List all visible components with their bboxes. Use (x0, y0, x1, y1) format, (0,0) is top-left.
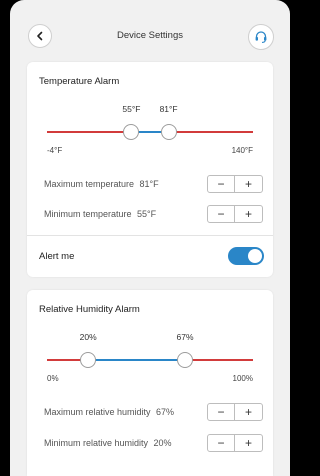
max-humidity-value: 67% (156, 407, 175, 417)
low-thumb-label: 55°F (122, 104, 141, 114)
headset-icon (255, 31, 267, 43)
max-temperature-text: Maximum temperature 81°F (44, 179, 159, 189)
alert-me-label: Alert me (39, 251, 75, 262)
increment-button[interactable]: + (235, 206, 262, 222)
range-min-label: 0% (47, 374, 59, 383)
temperature-alarm-card: Temperature Alarm 55°F 81°F -4°F 140°F M… (27, 62, 273, 277)
max-temperature-stepper: − + (207, 175, 263, 193)
min-temperature-label: Minimum temperature (44, 209, 132, 219)
max-humidity-stepper: − + (207, 403, 263, 421)
high-thumb[interactable] (160, 124, 177, 140)
high-thumb-label: 81°F (159, 104, 178, 114)
decrement-button[interactable]: − (208, 404, 236, 420)
slider-track-below (47, 131, 132, 133)
low-thumb[interactable] (80, 352, 97, 368)
slider-track-above (185, 359, 253, 361)
range-max-label: 100% (232, 374, 253, 383)
min-humidity-row: Minimum relative humidity 20% − + (27, 429, 273, 459)
toggle-knob (248, 249, 262, 263)
min-humidity-value: 20% (153, 438, 172, 448)
support-button[interactable] (248, 24, 274, 50)
high-thumb[interactable] (177, 352, 194, 368)
decrement-button[interactable]: − (208, 435, 236, 451)
slider-track-selected (88, 359, 185, 361)
max-temperature-label: Maximum temperature (44, 179, 135, 189)
min-temperature-row: Minimum temperature 55°F − + (27, 200, 273, 230)
min-temperature-text: Minimum temperature 55°F (44, 209, 156, 219)
device-settings-screen: Device Settings Temperature Alarm 55°F 8… (10, 0, 290, 476)
min-humidity-label: Minimum relative humidity (44, 438, 149, 448)
increment-button[interactable]: + (235, 435, 262, 451)
increment-button[interactable]: + (235, 404, 262, 420)
min-humidity-text: Minimum relative humidity 20% (44, 438, 172, 448)
max-humidity-row: Maximum relative humidity 67% − + (27, 398, 273, 428)
temperature-range-slider[interactable]: 55°F 81°F -4°F 140°F (47, 102, 253, 162)
slider-track-above (168, 131, 253, 133)
min-temperature-stepper: − + (207, 205, 263, 223)
min-humidity-stepper: − + (207, 434, 263, 452)
range-max-label: 140°F (231, 146, 253, 155)
decrement-button[interactable]: − (208, 206, 236, 222)
humidity-alarm-title: Relative Humidity Alarm (39, 304, 140, 315)
humidity-alarm-card: Relative Humidity Alarm 20% 67% 0% 100% … (27, 290, 273, 476)
decrement-button[interactable]: − (208, 176, 236, 192)
max-humidity-label: Maximum relative humidity (44, 407, 151, 417)
low-thumb-label: 20% (79, 332, 97, 342)
alert-me-toggle[interactable] (228, 247, 264, 265)
max-temperature-row: Maximum temperature 81°F − + (27, 170, 273, 200)
humidity-range-slider[interactable]: 20% 67% 0% 100% (47, 330, 253, 390)
header: Device Settings (10, 0, 290, 62)
range-min-label: -4°F (47, 146, 63, 155)
divider (27, 235, 273, 236)
increment-button[interactable]: + (235, 176, 262, 192)
temperature-alarm-title: Temperature Alarm (39, 76, 120, 87)
max-temperature-value: 81°F (139, 179, 159, 189)
max-humidity-text: Maximum relative humidity 67% (44, 407, 174, 417)
low-thumb[interactable] (123, 124, 140, 140)
min-temperature-value: 55°F (137, 209, 157, 219)
high-thumb-label: 67% (176, 332, 194, 342)
